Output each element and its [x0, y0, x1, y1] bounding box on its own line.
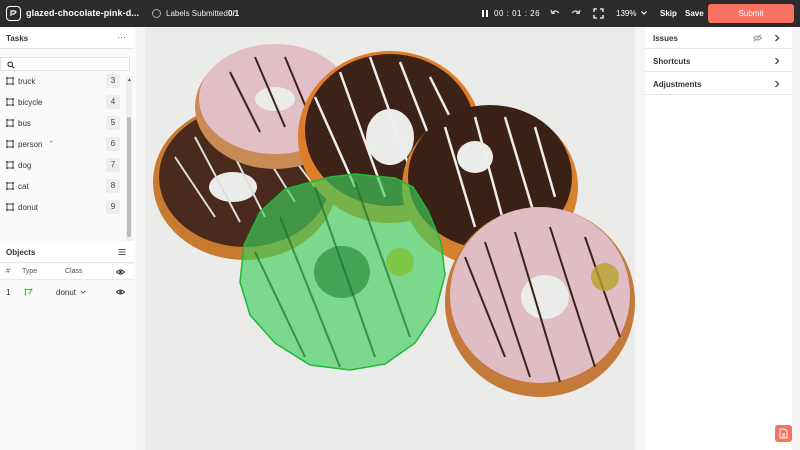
donut-image [145, 27, 635, 450]
list-icon[interactable] [118, 248, 126, 256]
task-item-bicycle[interactable]: bicycle 4 [0, 92, 124, 113]
donut-pink-bottom [445, 207, 635, 397]
chevron-right-icon[interactable] [774, 57, 780, 65]
left-panel: Tasks ··· ▲ truck 3 bicycle 4 bus 5 person * 6 do… [0, 27, 136, 450]
document-icon[interactable] [775, 425, 792, 442]
shortcuts-section[interactable]: Shortcuts [645, 50, 792, 72]
column-number: # [6, 268, 10, 275]
polygon-icon [6, 77, 14, 85]
file-name: glazed-chocolate-pink-d... [26, 8, 140, 18]
task-search-input[interactable] [0, 57, 130, 71]
task-label: cat [18, 182, 29, 191]
polygon-icon [6, 119, 14, 127]
hotkey-badge: 5 [106, 116, 120, 130]
eye-off-icon[interactable] [753, 34, 762, 42]
issues-title: Issues [653, 34, 678, 43]
task-label: person [18, 140, 43, 149]
scroll-thumb[interactable] [127, 117, 131, 237]
fullscreen-icon[interactable] [593, 8, 604, 19]
hotkey-badge: 3 [106, 74, 120, 88]
chevron-right-icon[interactable] [774, 80, 780, 88]
polygon-icon [6, 203, 14, 211]
issues-section[interactable]: Issues [645, 27, 792, 49]
right-panel: Issues Shortcuts Adjustments [645, 27, 792, 450]
chevron-down-icon[interactable] [80, 289, 86, 295]
required-mark: * [49, 139, 53, 148]
timer: 00 : 01 : 26 [494, 9, 541, 18]
hotkey-badge: 4 [106, 95, 120, 109]
submit-button[interactable]: Submit [708, 4, 794, 23]
object-number: 1 [6, 288, 11, 297]
polygon-icon [24, 288, 33, 296]
search-icon [7, 61, 15, 69]
adjustments-section[interactable]: Adjustments [645, 73, 792, 95]
more-icon[interactable]: ··· [117, 32, 126, 42]
objects-title: Objects [6, 248, 36, 257]
task-item-dog[interactable]: dog 7 [0, 155, 124, 176]
hotkey-badge: 6 [106, 137, 120, 151]
task-item-cat[interactable]: cat 8 [0, 176, 124, 197]
task-label: donut [18, 203, 39, 212]
objects-columns: # Type Class [0, 264, 134, 280]
chevron-down-icon[interactable] [640, 9, 648, 17]
eye-icon[interactable] [116, 288, 125, 296]
task-label: bicycle [18, 98, 43, 107]
column-type: Type [22, 268, 38, 275]
adjustments-title: Adjustments [653, 80, 702, 89]
status-count: 0/1 [228, 9, 240, 18]
chevron-right-icon[interactable] [774, 34, 780, 42]
hotkey-badge: 8 [106, 179, 120, 193]
skip-button[interactable]: Skip [660, 9, 677, 18]
shortcuts-title: Shortcuts [653, 57, 691, 66]
scroll-up-icon[interactable]: ▲ [127, 77, 132, 83]
pause-icon[interactable] [481, 9, 489, 18]
tasks-title: Tasks [6, 34, 29, 43]
redo-icon[interactable] [570, 8, 581, 19]
task-item-donut[interactable]: donut 9 [0, 197, 124, 218]
top-bar: glazed-chocolate-pink-d... Labels Submit… [0, 0, 800, 27]
task-label: bus [18, 119, 31, 128]
polygon-icon [6, 161, 14, 169]
undo-icon[interactable] [550, 8, 561, 19]
polygon-icon [6, 182, 14, 190]
hotkey-badge: 9 [106, 200, 120, 214]
column-class: Class [65, 268, 83, 275]
task-item-truck[interactable]: truck 3 [0, 71, 124, 92]
objects-header: Objects [0, 241, 134, 263]
logo-icon[interactable] [6, 6, 21, 21]
zoom-level[interactable]: 139% [616, 9, 636, 18]
task-item-person[interactable]: person * 6 [0, 134, 124, 155]
tasks-header: Tasks ··· [0, 27, 134, 49]
task-label: truck [18, 77, 36, 86]
object-class[interactable]: donut [56, 288, 76, 297]
save-button[interactable]: Save [685, 9, 704, 18]
annotation-canvas[interactable] [145, 27, 635, 450]
polygon-icon [6, 98, 14, 106]
object-row[interactable]: 1 donut [0, 283, 134, 301]
status-indicator [152, 9, 161, 18]
task-item-bus[interactable]: bus 5 [0, 113, 124, 134]
hotkey-badge: 7 [106, 158, 120, 172]
status-label: Labels Submitted [166, 9, 228, 18]
eye-icon[interactable] [116, 268, 125, 276]
polygon-icon [6, 140, 14, 148]
task-label: dog [18, 161, 32, 170]
